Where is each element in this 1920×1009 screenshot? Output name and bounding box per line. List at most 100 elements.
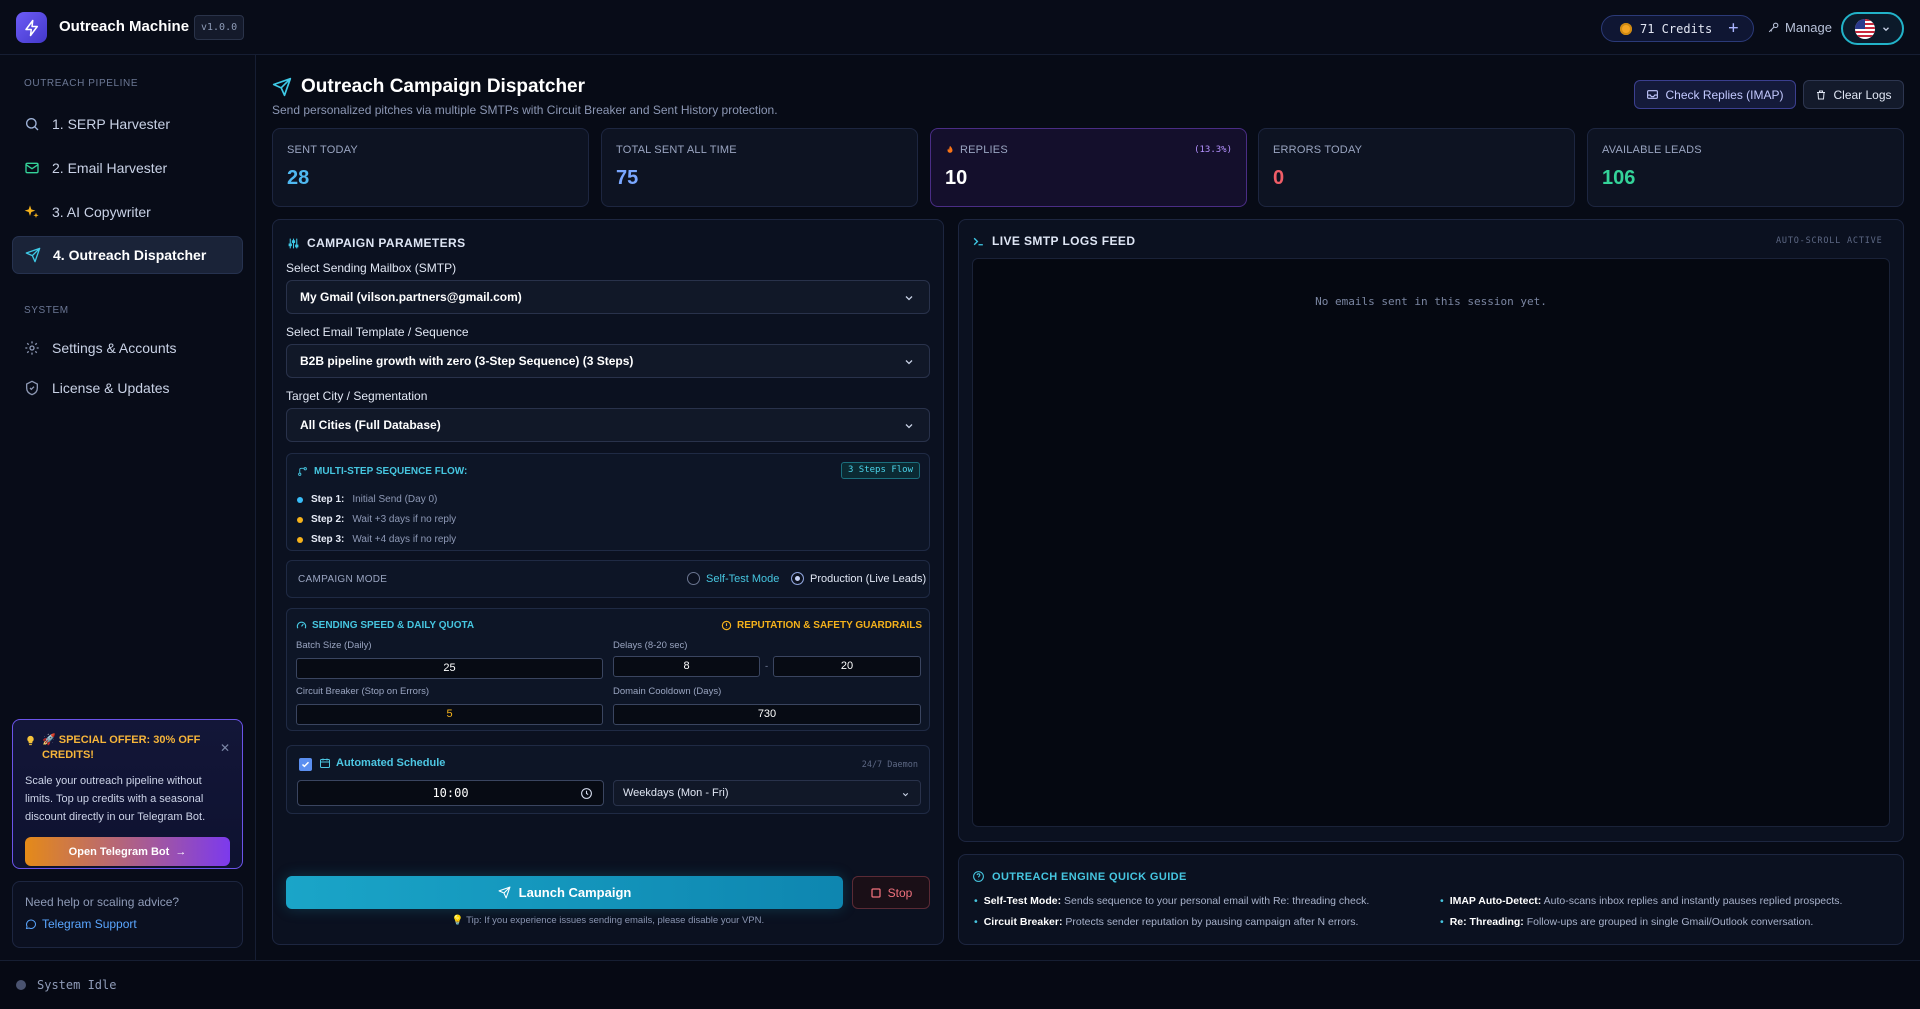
chat-icon <box>25 919 37 930</box>
sidebar-item-outreach-dispatcher[interactable]: 4. Outreach Dispatcher <box>12 236 243 274</box>
calendar-clock-icon <box>320 758 330 768</box>
credits-badge[interactable]: 71 Credits + <box>1601 15 1754 42</box>
launch-campaign-button[interactable]: Launch Campaign <box>286 876 843 909</box>
help-card: Need help or scaling advice? Telegram Su… <box>12 881 243 948</box>
gauge-icon <box>296 621 307 629</box>
send-icon <box>272 77 292 97</box>
sequence-title: MULTI-STEP SEQUENCE FLOW: <box>297 466 467 477</box>
step-dot-icon <box>297 536 303 543</box>
domain-cooldown-label: Domain Cooldown (Days) <box>613 686 722 697</box>
close-icon[interactable]: ✕ <box>220 741 230 755</box>
telegram-support-link[interactable]: Telegram Support <box>25 917 230 931</box>
send-icon <box>498 886 511 899</box>
help-question: Need help or scaling advice? <box>25 895 180 909</box>
sidebar-item-serp-harvester[interactable]: 1. SERP Harvester <box>12 105 243 143</box>
stat-label: AVAILABLE LEADS <box>1602 144 1702 156</box>
clear-logs-button[interactable]: Clear Logs <box>1803 80 1904 109</box>
add-credits-icon[interactable]: + <box>1728 20 1738 37</box>
sending-speed-box: SENDING SPEED & DAILY QUOTA REPUTATION &… <box>286 608 930 731</box>
sending-speed-title: SENDING SPEED & DAILY QUOTA <box>296 620 474 631</box>
guide-title: OUTREACH ENGINE QUICK GUIDE <box>972 870 1187 883</box>
schedule-title: Automated Schedule <box>319 757 445 769</box>
delay-min-input[interactable]: 8 <box>613 656 760 677</box>
delay-max-input[interactable]: 20 <box>773 656 921 677</box>
sidebar-item-ai-copywriter[interactable]: 3. AI Copywriter <box>12 193 243 231</box>
branch-icon <box>298 467 307 476</box>
inbox-icon <box>1647 90 1659 99</box>
guide-item: • Re: Threading: Follow-ups are grouped i… <box>1440 916 1814 928</box>
mail-icon <box>25 162 39 174</box>
stop-button[interactable]: Stop <box>852 876 930 909</box>
stop-icon <box>871 887 881 898</box>
stat-label: REPLIES <box>960 144 1008 156</box>
step-desc: Initial Send (Day 0) <box>352 494 438 505</box>
check-icon <box>301 761 310 768</box>
sidebar-item-label: Settings & Accounts <box>52 340 177 356</box>
version-badge: v1.0.0 <box>194 15 245 40</box>
template-label: Select Email Template / Sequence <box>286 325 469 339</box>
sequence-step: Step 1: Initial Send (Day 0) <box>297 494 437 505</box>
stat-label: SENT TODAY <box>287 144 358 156</box>
batch-size-input[interactable]: 25 <box>296 658 603 679</box>
schedule-time-input[interactable]: 10:00 <box>297 780 604 806</box>
alert-icon <box>721 620 732 631</box>
guide-item: • Self-Test Mode: Sends sequence to your … <box>974 895 1370 907</box>
language-selector[interactable] <box>1841 12 1904 45</box>
search-icon <box>26 118 39 131</box>
campaign-mode-label: CAMPAIGN MODE <box>298 574 388 585</box>
credits-count: 71 Credits <box>1640 21 1713 36</box>
log-feed[interactable]: No emails sent in this session yet. <box>972 258 1890 827</box>
automated-schedule-box: Automated Schedule 24/7 Daemon 10:00 Wee… <box>286 745 930 814</box>
step-dot-icon <box>297 516 303 523</box>
sidebar-item-license[interactable]: License & Updates <box>12 369 243 407</box>
clock-icon[interactable] <box>580 787 593 800</box>
daemon-label: 24/7 Daemon <box>861 760 918 770</box>
domain-cooldown-input[interactable]: 730 <box>613 704 921 725</box>
stat-value: 0 <box>1273 167 1285 189</box>
template-select[interactable]: B2B pipeline growth with zero (3-Step Se… <box>286 344 930 378</box>
lightbulb-icon <box>25 734 36 747</box>
logs-title: LIVE SMTP LOGS FEED <box>972 234 1135 248</box>
radio-on-icon <box>791 572 804 585</box>
send-icon <box>25 247 41 263</box>
stat-value: 106 <box>1602 167 1636 189</box>
chevron-down-icon <box>905 296 913 301</box>
check-replies-button[interactable]: Check Replies (IMAP) <box>1634 80 1796 109</box>
special-offer-card: 🚀 SPECIAL OFFER: 30% OFF CREDITS! ✕ Scal… <box>12 719 243 869</box>
manage-button[interactable]: Manage <box>1767 20 1832 35</box>
trash-icon <box>1817 90 1826 99</box>
status-bar: System Idle <box>0 960 1920 1009</box>
chevron-down-icon <box>905 360 913 365</box>
campaign-mode-box: CAMPAIGN MODE Self-Test Mode Production … <box>286 560 930 598</box>
key-icon <box>1768 22 1779 33</box>
circuit-breaker-input[interactable]: 5 <box>296 704 603 725</box>
sidebar: OUTREACH PIPELINE 1. SERP Harvester 2. E… <box>0 55 256 960</box>
coin-icon <box>1620 22 1632 35</box>
city-select[interactable]: All Cities (Full Database) <box>286 408 930 442</box>
arrow-right-icon: → <box>175 845 187 858</box>
production-mode-radio[interactable]: Production (Live Leads) <box>791 572 926 585</box>
mailbox-select[interactable]: My Gmail (vilson.partners@gmail.com) <box>286 280 930 314</box>
page-title: Outreach Campaign Dispatcher <box>272 76 585 98</box>
batch-size-label: Batch Size (Daily) <box>296 640 372 651</box>
sidebar-item-settings[interactable]: Settings & Accounts <box>12 329 243 367</box>
page-subtitle: Send personalized pitches via multiple S… <box>272 103 778 117</box>
schedule-checkbox[interactable] <box>299 758 312 771</box>
chevron-down-icon <box>902 792 909 797</box>
schedule-days-select[interactable]: Weekdays (Mon - Fri) <box>613 780 921 806</box>
mailbox-label: Select Sending Mailbox (SMTP) <box>286 261 457 275</box>
terminal-icon <box>973 237 983 245</box>
gear-icon <box>25 341 39 355</box>
stat-value: 10 <box>945 167 968 189</box>
guardrails-title: REPUTATION & SAFETY GUARDRAILS <box>721 620 922 631</box>
app-title: Outreach Machine <box>59 18 190 35</box>
step-desc: Wait +4 days if no reply <box>352 534 457 545</box>
manage-label: Manage <box>1785 20 1832 35</box>
stat-label-row: REPLIES <box>945 144 1232 156</box>
section-system: SYSTEM <box>24 305 69 316</box>
self-test-mode-radio[interactable]: Self-Test Mode <box>687 572 779 585</box>
sidebar-item-email-harvester[interactable]: 2. Email Harvester <box>12 149 243 187</box>
open-telegram-bot-button[interactable]: Open Telegram Bot → <box>25 837 230 866</box>
delay-separator: - <box>765 661 769 672</box>
vpn-tip: 💡 Tip: If you experience issues sending … <box>451 915 765 926</box>
